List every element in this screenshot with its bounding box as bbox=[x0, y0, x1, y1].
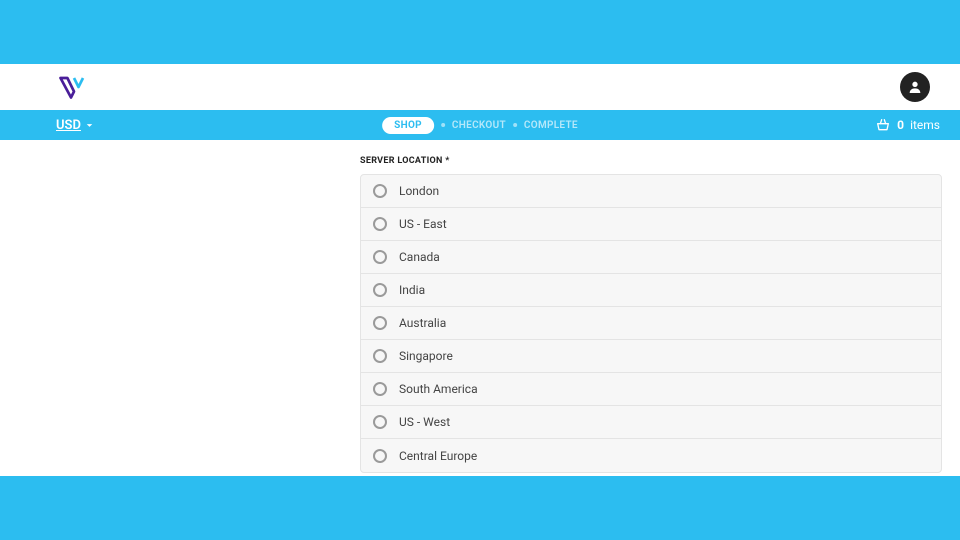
step-divider bbox=[441, 123, 445, 127]
user-icon bbox=[907, 79, 923, 95]
step-checkout: CHECKOUT bbox=[452, 120, 506, 131]
radio-icon bbox=[373, 283, 387, 297]
account-button[interactable] bbox=[900, 72, 930, 102]
radio-icon bbox=[373, 415, 387, 429]
step-complete: COMPLETE bbox=[524, 120, 578, 131]
radio-icon bbox=[373, 382, 387, 396]
location-option-central-europe[interactable]: Central Europe bbox=[361, 439, 941, 472]
section-title: SERVER LOCATION * bbox=[360, 156, 942, 166]
location-label: Australia bbox=[399, 316, 446, 330]
location-option-canada[interactable]: Canada bbox=[361, 241, 941, 274]
cart-button[interactable]: 0 items bbox=[875, 117, 940, 133]
checkout-steps: SHOP CHECKOUT COMPLETE bbox=[382, 117, 578, 134]
chevron-down-icon bbox=[84, 120, 95, 131]
location-label: Canada bbox=[399, 250, 440, 264]
location-label: US - East bbox=[399, 217, 447, 231]
basket-icon bbox=[875, 117, 891, 133]
radio-icon bbox=[373, 316, 387, 330]
location-option-us-east[interactable]: US - East bbox=[361, 208, 941, 241]
currency-code: USD bbox=[56, 118, 81, 133]
content-area: SERVER LOCATION * London US - East Canad… bbox=[0, 140, 960, 473]
location-label: US - West bbox=[399, 415, 450, 429]
location-option-india[interactable]: India bbox=[361, 274, 941, 307]
radio-icon bbox=[373, 184, 387, 198]
top-banner bbox=[0, 0, 960, 64]
cart-count: 0 bbox=[897, 118, 904, 132]
location-label: South America bbox=[399, 382, 478, 396]
location-option-south-america[interactable]: South America bbox=[361, 373, 941, 406]
step-shop[interactable]: SHOP bbox=[382, 117, 434, 134]
radio-icon bbox=[373, 349, 387, 363]
location-option-london[interactable]: London bbox=[361, 175, 941, 208]
cart-label: items bbox=[910, 118, 940, 132]
radio-icon bbox=[373, 449, 387, 463]
radio-icon bbox=[373, 217, 387, 231]
brand-logo[interactable] bbox=[56, 72, 86, 102]
step-divider bbox=[513, 123, 517, 127]
location-label: India bbox=[399, 283, 425, 297]
nav-bar: USD SHOP CHECKOUT COMPLETE 0 items bbox=[0, 110, 960, 140]
location-label: Central Europe bbox=[399, 449, 477, 463]
location-option-us-west[interactable]: US - West bbox=[361, 406, 941, 439]
location-option-singapore[interactable]: Singapore bbox=[361, 340, 941, 373]
location-option-australia[interactable]: Australia bbox=[361, 307, 941, 340]
bottom-banner bbox=[0, 476, 960, 540]
location-label: Singapore bbox=[399, 349, 453, 363]
currency-selector[interactable]: USD bbox=[56, 118, 95, 133]
location-label: London bbox=[399, 184, 439, 198]
header bbox=[0, 64, 960, 110]
server-location-list: London US - East Canada India Australia … bbox=[360, 174, 942, 473]
radio-icon bbox=[373, 250, 387, 264]
